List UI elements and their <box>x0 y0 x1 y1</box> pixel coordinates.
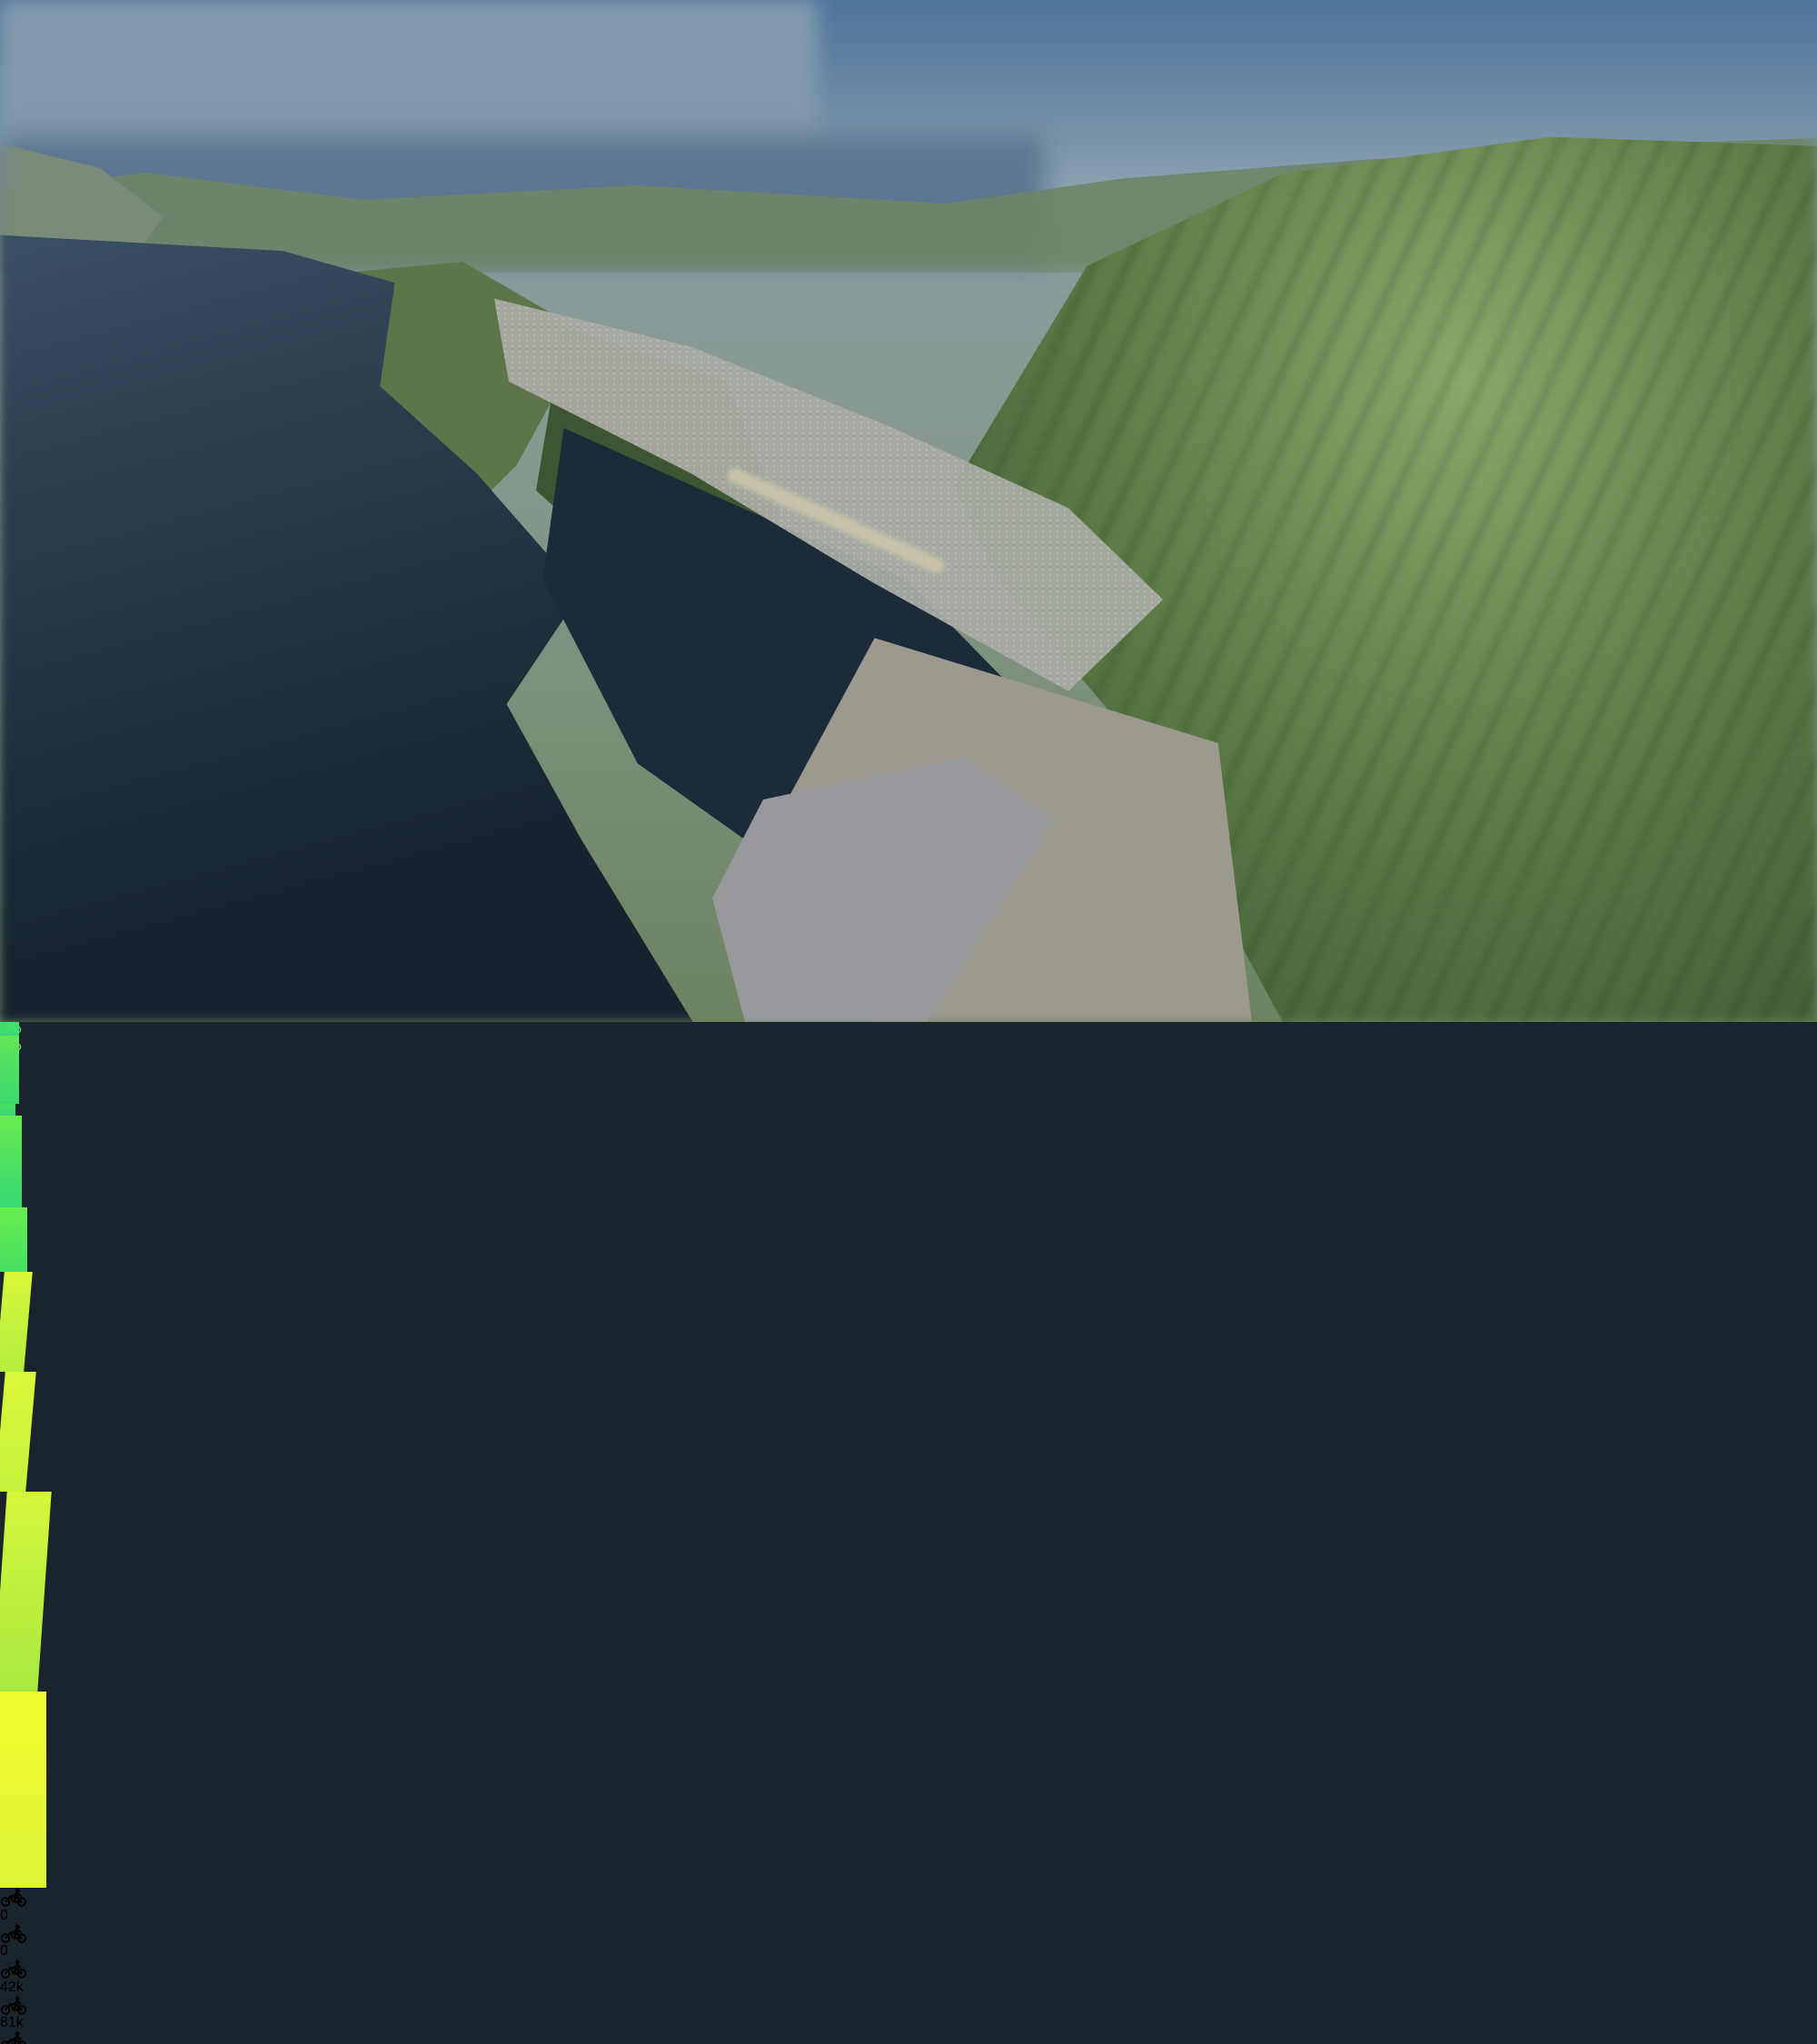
sensor-label-278k[interactable]: 278k <box>0 2031 1817 2044</box>
bike-icon <box>0 1924 27 1944</box>
bike-icon <box>0 1960 27 1980</box>
bike-icon <box>0 1116 22 1131</box>
sensor-count-text: 0 <box>0 1943 8 1959</box>
bar-40k-a <box>0 1272 33 1372</box>
map-background <box>0 0 1817 1022</box>
sensor-count-text: 81k <box>0 2015 24 2030</box>
bar-54k <box>0 1116 22 1207</box>
sensor-count-text: 0 <box>0 1908 8 1923</box>
sensor-label-81k[interactable]: 81k <box>0 1996 1817 2032</box>
bike-icon <box>0 2031 27 2044</box>
sensor-labels-layer: 0 0 42k 81k 278k 109k 193k 95k 0 0 <box>0 1888 1817 2044</box>
bike-icon <box>0 1960 1817 1980</box>
bike-icon <box>0 1692 22 1707</box>
bar-rider-icon <box>0 1039 22 1055</box>
bike-icon <box>0 1207 22 1223</box>
bike-icon <box>5 1492 28 1507</box>
sensor-label-0[interactable]: 0 <box>0 1888 1817 1924</box>
bar-rider-icon <box>4 1375 26 1391</box>
bar-72k <box>0 1492 52 1692</box>
bike-icon <box>0 2031 1817 2044</box>
bar-57k <box>0 1207 27 1272</box>
bar-rider-icon <box>0 1695 22 1711</box>
bike-icon <box>3 1272 26 1287</box>
stub-3b <box>0 1104 15 1116</box>
sensor-label-42k[interactable]: 42k <box>0 1960 1817 1996</box>
bike-icon <box>0 1996 27 2016</box>
bar-3 <box>0 1036 19 1104</box>
bike-icon <box>0 1996 1817 2016</box>
bar-40k-b <box>0 1372 36 1492</box>
bar-rider-icon <box>5 1495 28 1511</box>
bike-icon <box>0 1924 1817 1944</box>
sensor-label-0[interactable]: 0 <box>0 1924 1817 1960</box>
bar-197k <box>0 1692 46 1888</box>
bar-rider-icon <box>0 1119 22 1135</box>
bike-icon <box>4 1372 27 1387</box>
bike-icon <box>0 1036 22 1051</box>
bike-icon <box>0 1888 27 1908</box>
bar-rider-icon <box>0 1211 22 1226</box>
sensor-count-text: 42k <box>0 1980 24 1995</box>
bike-icon <box>0 1888 1817 1908</box>
bar-rider-icon <box>3 1275 25 1291</box>
